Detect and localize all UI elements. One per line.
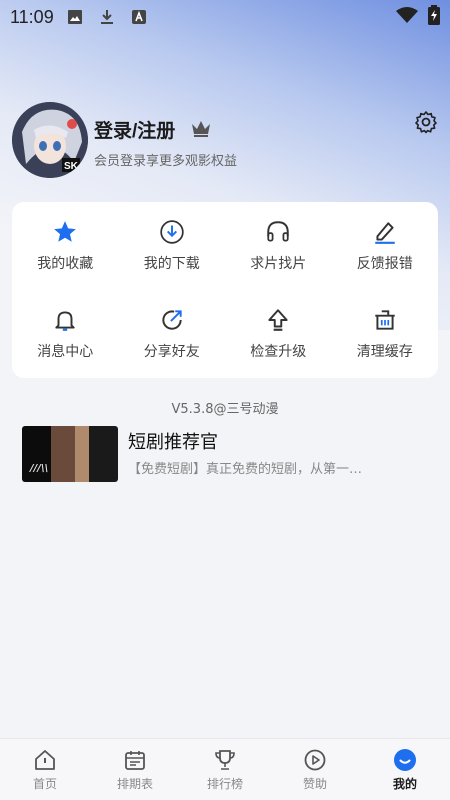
menu-label: 分享好友 — [143, 344, 200, 360]
menu-item-clear-cache[interactable]: 清理缓存 — [332, 290, 439, 378]
menu-label: 检查升级 — [250, 344, 307, 360]
calendar-icon — [125, 750, 145, 770]
bell-icon — [55, 311, 75, 331]
clean-icon — [375, 310, 395, 330]
menu-item-messages[interactable]: 消息中心 — [12, 290, 119, 378]
image-icon — [66, 8, 84, 26]
profile-smile-icon — [394, 748, 416, 771]
promo-card[interactable]: ///\\ 短剧推荐官 【免费短剧】真正免费的短剧，从第一… — [22, 424, 432, 484]
menu-item-feedback[interactable]: 反馈报错 — [332, 202, 439, 290]
tab-home[interactable]: 首页 — [0, 739, 90, 800]
wifi-icon — [396, 7, 418, 27]
menu-item-share[interactable]: 分享好友 — [119, 290, 226, 378]
battery-icon — [428, 5, 440, 29]
download-icon — [98, 8, 116, 26]
crown-icon — [190, 118, 212, 138]
member-benefit-text: 会员登录享更多观影权益 — [94, 154, 238, 169]
menu-item-request[interactable]: 求片找片 — [225, 202, 332, 290]
tab-label: 赞助 — [302, 776, 327, 791]
tab-label: 我的 — [392, 776, 417, 791]
menu-label: 清理缓存 — [356, 344, 413, 360]
version-text: V5.3.8@三号动漫 — [171, 402, 279, 417]
headphones-icon — [267, 221, 289, 242]
star-icon — [54, 221, 77, 242]
gear-icon[interactable] — [414, 110, 438, 134]
play-circle-icon — [304, 749, 326, 770]
thumbnail-logo-icon: ///\\ — [30, 463, 49, 474]
menu-label: 求片找片 — [250, 256, 307, 272]
avatar[interactable]: SK — [12, 102, 88, 178]
menu-label: 我的下载 — [143, 256, 200, 272]
promo-thumbnail: ///\\ — [22, 426, 118, 482]
feature-menu-card: 我的收藏 我的下载 求片找片 反馈报错 消息中心 分享好友 检查升级 清理缓存 — [12, 202, 438, 378]
bottom-tab-bar: 首页 排期表 排行榜 赞助 我的 — [0, 738, 450, 800]
login-register-link[interactable]: 登录/注册 — [94, 116, 175, 143]
trophy-icon — [215, 749, 235, 770]
tab-ranking[interactable]: 排行榜 — [180, 739, 270, 800]
tab-label: 排行榜 — [206, 776, 243, 791]
menu-label: 我的收藏 — [37, 256, 94, 272]
home-icon — [35, 749, 55, 770]
profile-header: SK 登录/注册 会员登录享更多观影权益 — [12, 100, 438, 180]
promo-title: 短剧推荐官 — [128, 432, 218, 453]
menu-item-downloads[interactable]: 我的下载 — [119, 202, 226, 290]
download-circle-icon — [160, 220, 184, 244]
status-bar: 11:09 — [0, 0, 450, 34]
share-icon — [162, 310, 182, 330]
menu-item-favorites[interactable]: 我的收藏 — [12, 202, 119, 290]
menu-item-upgrade[interactable]: 检查升级 — [225, 290, 332, 378]
tab-label: 排期表 — [116, 776, 153, 791]
tab-mine[interactable]: 我的 — [360, 739, 450, 800]
tab-label: 首页 — [32, 776, 57, 791]
app-a-icon — [130, 8, 148, 26]
tab-sponsor[interactable]: 赞助 — [270, 739, 360, 800]
svg-text:SK: SK — [64, 161, 79, 172]
promo-description: 【免费短剧】真正免费的短剧，从第一… — [128, 462, 363, 477]
tab-schedule[interactable]: 排期表 — [90, 739, 180, 800]
status-time: 11:09 — [10, 6, 54, 27]
upgrade-icon — [268, 309, 288, 331]
menu-label: 消息中心 — [37, 344, 94, 360]
menu-label: 反馈报错 — [356, 256, 413, 272]
edit-icon — [375, 222, 395, 244]
